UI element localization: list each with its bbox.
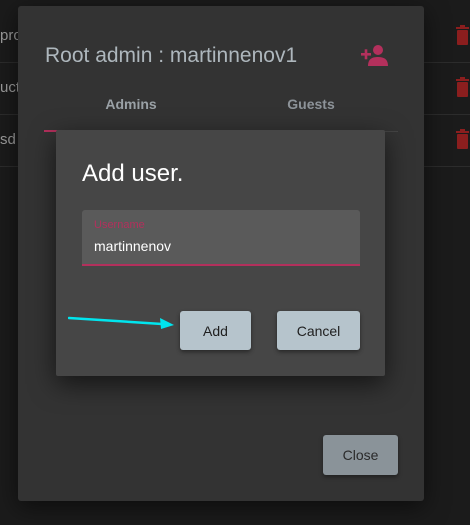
trash-icon[interactable]: [455, 77, 470, 97]
add-user-title: Add user.: [82, 160, 184, 187]
add-person-icon[interactable]: [361, 43, 389, 67]
close-button[interactable]: Close: [323, 435, 398, 475]
trash-icon[interactable]: [455, 129, 470, 149]
username-field[interactable]: Username: [82, 210, 360, 266]
tab-admins[interactable]: Admins: [44, 90, 218, 132]
trash-icon[interactable]: [455, 25, 470, 45]
cancel-button[interactable]: Cancel: [277, 311, 360, 350]
dialog-title: Root admin : martinnenov1: [45, 44, 298, 67]
tab-bar: Admins Guests: [44, 90, 398, 132]
add-button[interactable]: Add: [180, 311, 251, 350]
add-user-dialog: Add user. Username Add Cancel: [56, 130, 385, 376]
field-underline: [82, 264, 360, 266]
username-input[interactable]: [94, 236, 344, 256]
list-item-text: uct: [0, 79, 21, 96]
tab-guests[interactable]: Guests: [224, 90, 398, 132]
list-item-text: sd: [0, 131, 16, 148]
arrow-icon: [68, 316, 174, 329]
username-label: Username: [94, 219, 145, 231]
